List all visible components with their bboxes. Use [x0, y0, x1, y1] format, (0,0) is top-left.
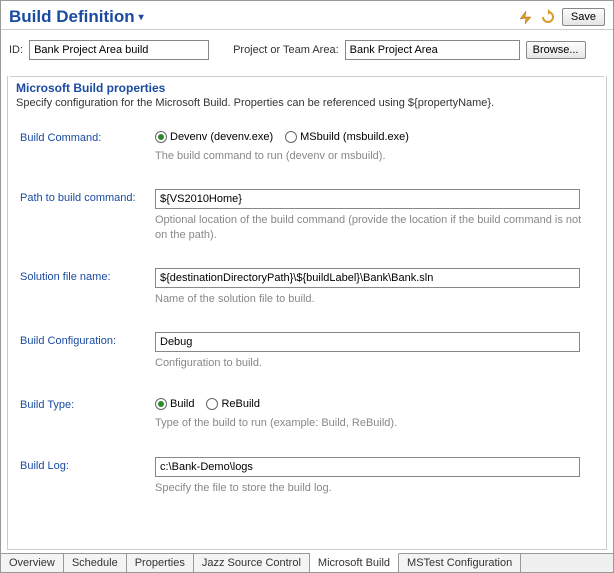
- refresh-icon[interactable]: [540, 9, 556, 25]
- tab-properties[interactable]: Properties: [127, 554, 194, 572]
- build-type-build-radio[interactable]: Build: [155, 398, 194, 410]
- help-text: The build command to run (devenv or msbu…: [155, 149, 594, 163]
- tab-mstest-configuration[interactable]: MSTest Configuration: [399, 554, 521, 572]
- build-type-rebuild-radio[interactable]: ReBuild: [206, 398, 260, 410]
- project-area-label: Project or Team Area:: [233, 44, 339, 56]
- section-title: Microsoft Build properties: [10, 77, 606, 95]
- build-configuration-label: Build Configuration:: [20, 332, 155, 347]
- radio-icon: [206, 398, 218, 410]
- build-command-label: Build Command:: [20, 129, 155, 144]
- build-type-label: Build Type:: [20, 396, 155, 411]
- project-area-input[interactable]: [345, 40, 520, 60]
- section-description: Specify configuration for the Microsoft …: [8, 95, 606, 119]
- id-input[interactable]: [29, 40, 209, 60]
- tab-overview[interactable]: Overview: [1, 554, 64, 572]
- radio-label: ReBuild: [221, 398, 260, 410]
- request-build-icon[interactable]: [518, 9, 534, 25]
- path-to-build-input[interactable]: [155, 189, 580, 209]
- help-text: Configuration to build.: [155, 356, 594, 370]
- solution-file-input[interactable]: [155, 268, 580, 288]
- browse-button[interactable]: Browse...: [526, 41, 586, 59]
- tab-jazz-source-control[interactable]: Jazz Source Control: [194, 554, 310, 572]
- help-text: Type of the build to run (example: Build…: [155, 416, 594, 430]
- build-configuration-input[interactable]: [155, 332, 580, 352]
- solution-file-label: Solution file name:: [20, 268, 155, 283]
- tab-schedule[interactable]: Schedule: [64, 554, 127, 572]
- radio-selected-icon: [155, 398, 167, 410]
- page-title[interactable]: Build Definition ▾: [9, 7, 518, 27]
- help-text: Optional location of the build command (…: [155, 213, 594, 242]
- radio-selected-icon: [155, 131, 167, 143]
- tab-bar: Overview Schedule Properties Jazz Source…: [1, 553, 613, 572]
- page-title-text: Build Definition: [9, 7, 135, 27]
- build-command-msbuild-radio[interactable]: MSbuild (msbuild.exe): [285, 131, 409, 143]
- build-log-input[interactable]: [155, 457, 580, 477]
- path-to-build-label: Path to build command:: [20, 189, 155, 204]
- chevron-down-icon: ▾: [139, 12, 144, 23]
- radio-label: Devenv (devenv.exe): [170, 131, 273, 143]
- help-text: Specify the file to store the build log.: [155, 481, 594, 495]
- id-label: ID:: [9, 44, 23, 56]
- save-button[interactable]: Save: [562, 8, 605, 26]
- build-log-label: Build Log:: [20, 457, 155, 472]
- radio-label: Build: [170, 398, 194, 410]
- radio-label: MSbuild (msbuild.exe): [300, 131, 409, 143]
- radio-icon: [285, 131, 297, 143]
- help-text: Name of the solution file to build.: [155, 292, 594, 306]
- tab-microsoft-build[interactable]: Microsoft Build: [310, 553, 399, 572]
- build-command-devenv-radio[interactable]: Devenv (devenv.exe): [155, 131, 273, 143]
